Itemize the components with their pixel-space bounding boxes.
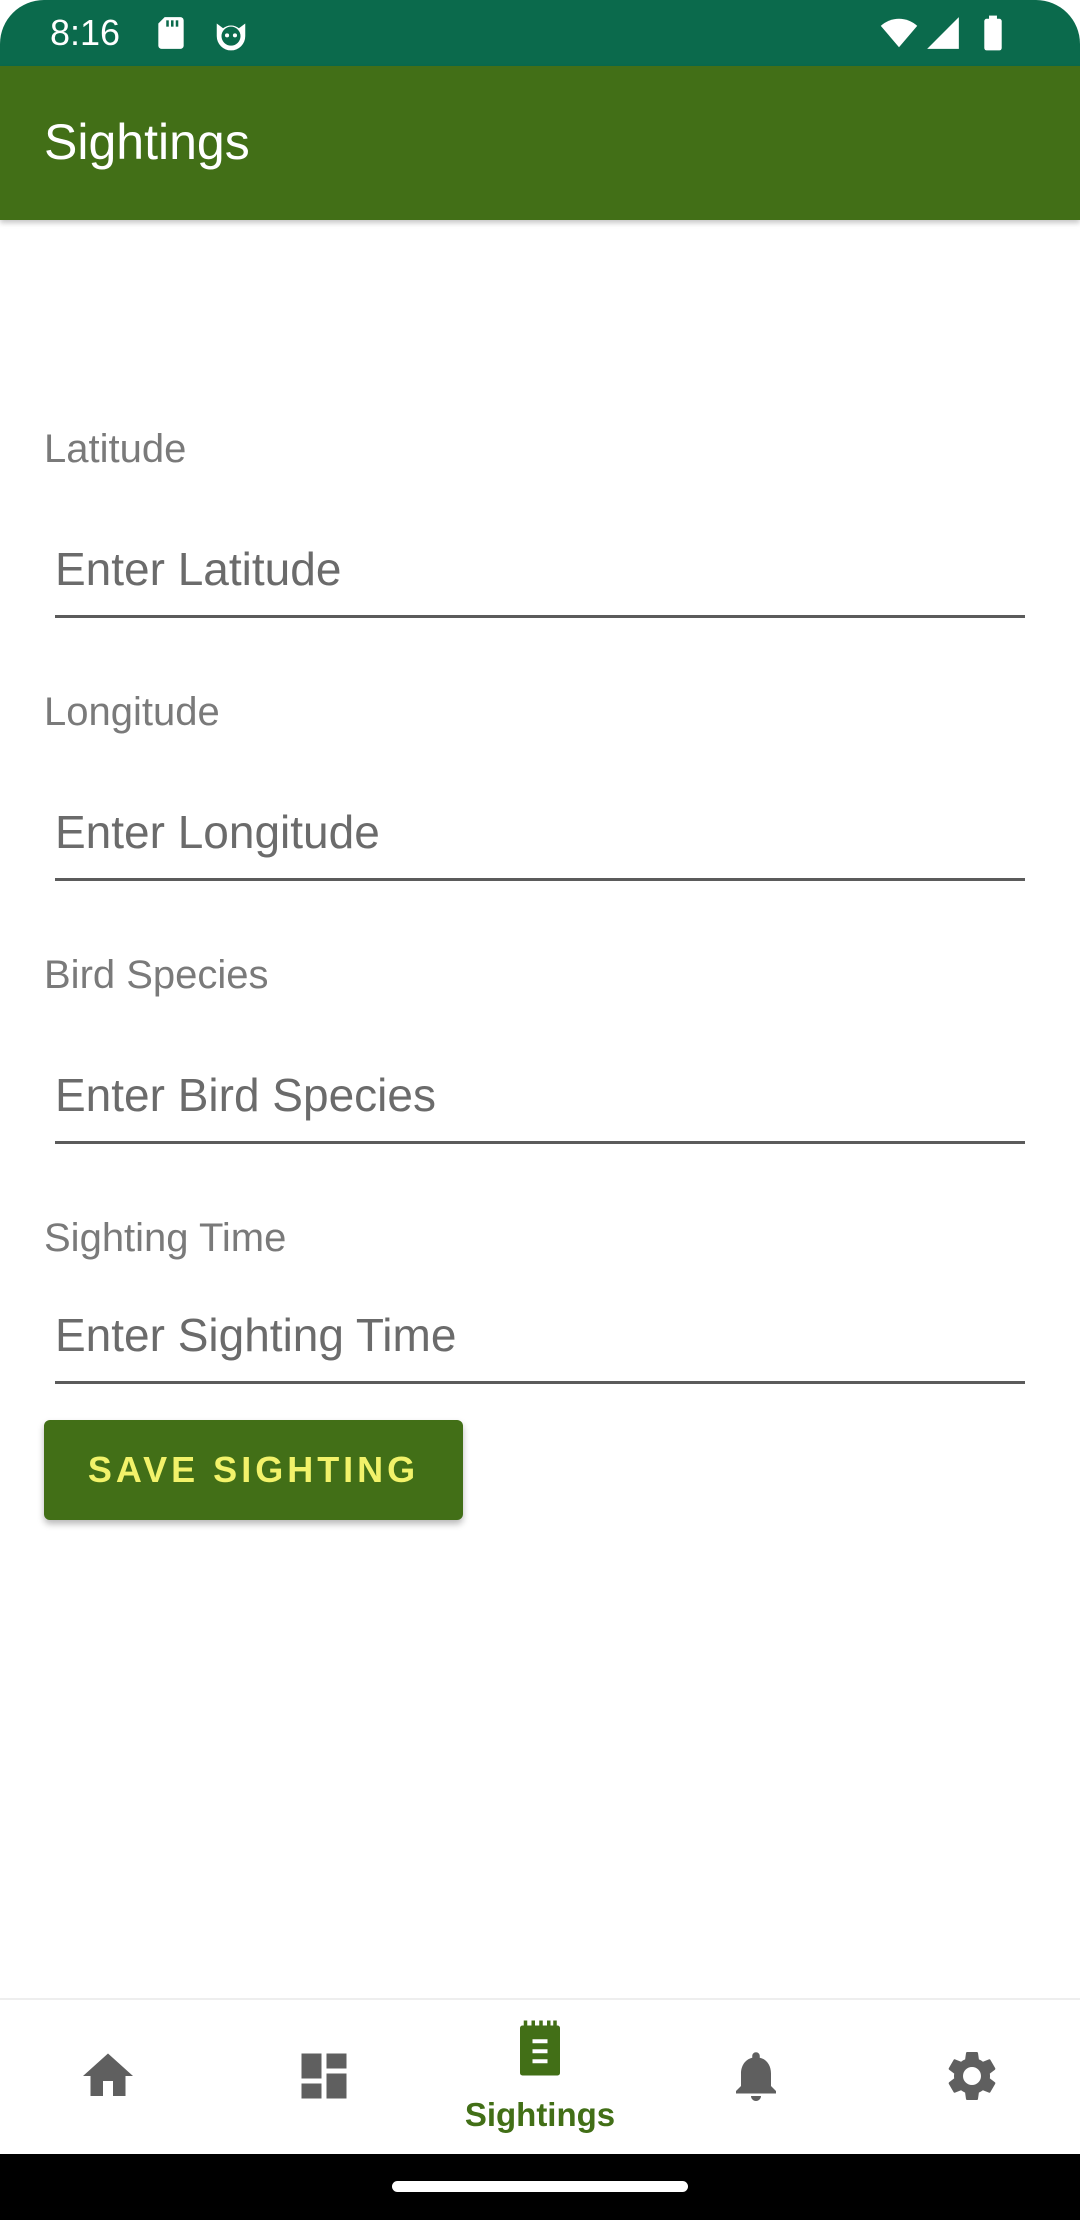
page-title: Sightings	[44, 114, 250, 170]
sighting-time-input[interactable]	[55, 1288, 1025, 1384]
bell-icon	[736, 2052, 776, 2101]
cellular-signal-icon	[927, 17, 959, 49]
nav-label-sightings: Sightings	[464, 2096, 616, 2133]
home-gesture-handle[interactable]	[392, 2181, 688, 2192]
longitude-input[interactable]	[55, 785, 1025, 881]
bottom-navigation: Sightings	[0, 1998, 1080, 2154]
longitude-label: Longitude	[44, 690, 220, 734]
bird-species-label: Bird Species	[44, 953, 269, 997]
wifi-icon	[880, 18, 918, 48]
app-bar: Sightings	[0, 66, 1080, 220]
nav-item-dashboard[interactable]	[216, 2000, 432, 2156]
system-navigation-bar	[0, 2154, 1080, 2220]
bird-species-input[interactable]	[55, 1048, 1025, 1144]
sighting-time-label: Sighting Time	[44, 1216, 287, 1260]
latitude-input[interactable]	[55, 522, 1025, 618]
nav-item-notifications[interactable]	[648, 2000, 864, 2156]
nav-item-settings[interactable]	[864, 2000, 1080, 2156]
cat-face-icon	[216, 23, 246, 51]
home-icon	[83, 2053, 133, 2096]
sd-card-icon	[158, 17, 184, 49]
status-bar: 8:16	[0, 0, 1080, 66]
latitude-label: Latitude	[44, 427, 187, 471]
save-sighting-button[interactable]: SAVE SIGHTING	[44, 1420, 463, 1520]
dashboard-icon	[301, 2053, 347, 2099]
notepad-icon	[520, 2020, 560, 2076]
gear-icon	[948, 2052, 996, 2100]
nav-item-sightings[interactable]: Sightings	[432, 2000, 648, 2156]
battery-icon	[984, 15, 1002, 51]
status-time: 8:16	[50, 12, 121, 53]
nav-item-home[interactable]	[0, 2000, 216, 2156]
